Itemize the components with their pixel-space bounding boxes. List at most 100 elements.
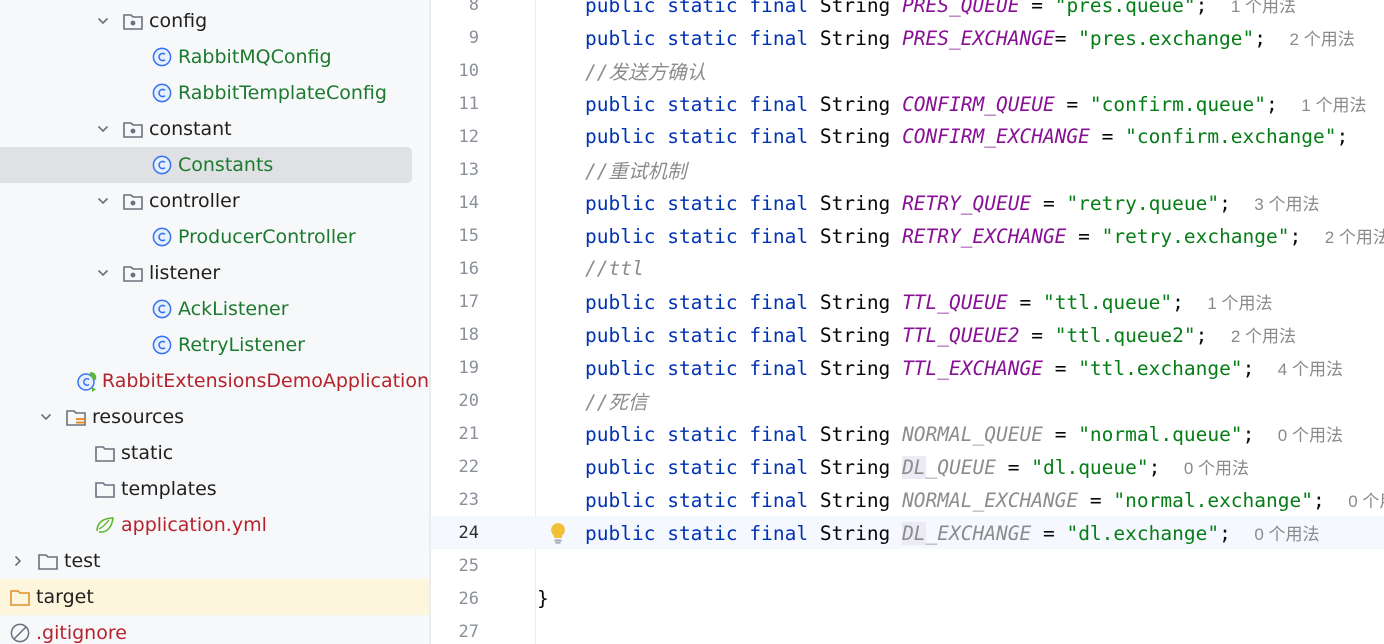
code-line-16[interactable]: 16 //ttl xyxy=(431,252,1384,285)
lightbulb-icon[interactable] xyxy=(547,521,569,545)
tree-node-templates[interactable]: templates xyxy=(0,471,429,507)
usage-hint: 1 个用法 xyxy=(1301,96,1367,115)
tree-node-application-yml[interactable]: application.yml xyxy=(0,507,429,543)
string-literal: "ttl.exchange" xyxy=(1078,357,1243,380)
code-line-25[interactable]: 25 xyxy=(431,549,1384,582)
tree-node-label: RabbitMQConfig xyxy=(178,46,332,68)
tree-node-producercontroller[interactable]: ProducerController xyxy=(0,219,429,255)
field-name: DL_QUEUE xyxy=(902,456,996,479)
keyword-public: public xyxy=(585,423,656,446)
tree-node-label: application.yml xyxy=(121,514,267,536)
code-text: public static final String CONFIRM_EXCHA… xyxy=(585,125,1348,148)
tree-node-rabbitmqconfig[interactable]: RabbitMQConfig xyxy=(0,39,429,75)
chevron-down-icon[interactable] xyxy=(93,191,113,211)
semicolon: ; xyxy=(1172,291,1184,314)
code-line-13[interactable]: 13 //重试机制 xyxy=(431,153,1384,186)
tree-node-rabbittemplateconfig[interactable]: RabbitTemplateConfig xyxy=(0,75,429,111)
code-line-11[interactable]: 11 public static final String CONFIRM_QUE… xyxy=(431,87,1384,120)
chevron-down-icon[interactable] xyxy=(93,11,113,31)
string-literal: "normal.queue" xyxy=(1078,423,1243,446)
code-line-24[interactable]: 24 public static final String DL_EXCHANGE… xyxy=(431,516,1384,549)
code-text: public static final String NORMAL_EXCHAN… xyxy=(585,487,1384,512)
keyword-final: final xyxy=(749,522,809,545)
string-literal: "retry.queue" xyxy=(1066,192,1220,215)
code-line-9[interactable]: 9 public static final String PRES_EXCHANG… xyxy=(431,21,1384,54)
code-line-21[interactable]: 21 public static final String NORMAL_QUEU… xyxy=(431,417,1384,450)
code-text: public static final String TTL_EXCHANGE … xyxy=(585,355,1343,380)
tree-node-label: ProducerController xyxy=(178,226,356,248)
code-line-23[interactable]: 23 public static final String NORMAL_EXCH… xyxy=(431,483,1384,516)
assign-operator: = xyxy=(1019,324,1055,347)
field-name: RETRY_EXCHANGE xyxy=(902,225,1067,248)
code-line-27[interactable]: 27 xyxy=(431,615,1384,644)
string-literal: "confirm.queue" xyxy=(1089,93,1267,116)
chevron-down-icon[interactable] xyxy=(36,407,56,427)
tree-node-constants[interactable]: Constants xyxy=(0,147,412,183)
chevron-down-icon[interactable] xyxy=(93,119,113,139)
keyword-final: final xyxy=(749,423,809,446)
code-comment: //ttl xyxy=(585,257,644,280)
line-number: 11 xyxy=(458,93,479,114)
line-number: 23 xyxy=(458,489,479,510)
line-number: 20 xyxy=(458,390,479,411)
string-literal: "retry.exchange" xyxy=(1101,225,1290,248)
tree-node-gitignore[interactable]: .gitignore xyxy=(0,615,429,644)
code-line-26[interactable]: 26} xyxy=(431,582,1384,615)
code-text: //重试机制 xyxy=(585,155,686,184)
semicolon: ; xyxy=(1266,93,1278,116)
chevron-down-icon[interactable] xyxy=(93,263,113,283)
tree-node-label: RabbitExtensionsDemoApplication xyxy=(101,370,429,392)
code-line-22[interactable]: 22 public static final String DL_QUEUE = … xyxy=(431,450,1384,483)
code-line-8[interactable]: 8 public static final String PRES_QUEUE =… xyxy=(431,0,1384,21)
tree-node-listener[interactable]: listener xyxy=(0,255,429,291)
code-text: public static final String RETRY_QUEUE =… xyxy=(585,190,1319,215)
semicolon: ; xyxy=(1219,522,1231,545)
keyword-final: final xyxy=(749,125,809,148)
chevron-right-icon[interactable] xyxy=(8,551,28,571)
project-tree: config RabbitMQConfig RabbitTemplateConfig… xyxy=(0,0,429,644)
code-line-20[interactable]: 20 //死信 xyxy=(431,384,1384,417)
usage-hint: 4 个用法 xyxy=(1277,360,1343,379)
semicolon: ; xyxy=(1254,27,1267,50)
assign-operator: = xyxy=(1019,0,1055,17)
keyword-public: public xyxy=(585,489,656,512)
usage-hint: 1 个用法 xyxy=(1207,294,1273,313)
tree-node-rabbitextensionsdemoapplication[interactable]: RabbitExtensionsDemoApplication xyxy=(0,363,429,399)
excluded-folder-icon xyxy=(8,585,32,609)
code-line-15[interactable]: 15 public static final String RETRY_EXCHA… xyxy=(431,219,1384,252)
keyword-static: static xyxy=(667,125,738,148)
code-line-10[interactable]: 10 //发送方确认 xyxy=(431,54,1384,87)
line-number: 22 xyxy=(458,456,479,477)
string-literal: "pres.exchange" xyxy=(1078,27,1255,50)
keyword-final: final xyxy=(749,357,809,380)
semicolon: ; xyxy=(1242,357,1255,380)
usage-hint: 2 个用法 xyxy=(1289,30,1355,49)
code-line-14[interactable]: 14 public static final String RETRY_QUEUE… xyxy=(431,186,1384,219)
keyword-static: static xyxy=(667,324,738,347)
tree-node-label: controller xyxy=(149,190,240,212)
code-text: //死信 xyxy=(585,386,647,415)
code-text: public static final String PRES_QUEUE = … xyxy=(585,0,1296,17)
tree-node-config[interactable]: config xyxy=(0,3,429,39)
tree-node-target[interactable]: target xyxy=(0,579,429,615)
code-line-12[interactable]: 12 public static final String CONFIRM_EXC… xyxy=(431,120,1384,153)
assign-operator: = xyxy=(1031,522,1067,545)
code-line-19[interactable]: 19 public static final String TTL_EXCHANG… xyxy=(431,351,1384,384)
semicolon: ; xyxy=(1242,423,1255,446)
code-line-17[interactable]: 17 public static final String TTL_QUEUE =… xyxy=(431,285,1384,318)
tree-node-controller[interactable]: controller xyxy=(0,183,429,219)
tree-node-acklistener[interactable]: AckListener xyxy=(0,291,429,327)
code-line-18[interactable]: 18 public static final String TTL_QUEUE2 … xyxy=(431,318,1384,351)
field-name: CONFIRM_QUEUE xyxy=(902,93,1055,116)
tree-node-test[interactable]: test xyxy=(0,543,429,579)
tree-node-static[interactable]: static xyxy=(0,435,429,471)
keyword-static: static xyxy=(667,225,738,248)
tree-node-retrylistener[interactable]: RetryListener xyxy=(0,327,429,363)
code-editor[interactable]: 8 public static final String PRES_QUEUE =… xyxy=(431,0,1384,644)
keyword-public: public xyxy=(585,125,656,148)
tree-node-label: config xyxy=(149,10,208,32)
tree-node-constant[interactable]: constant xyxy=(0,111,429,147)
tree-node-label: RabbitTemplateConfig xyxy=(178,82,387,104)
tree-node-resources[interactable]: resources xyxy=(0,399,429,435)
semicolon: ; xyxy=(1219,192,1231,215)
